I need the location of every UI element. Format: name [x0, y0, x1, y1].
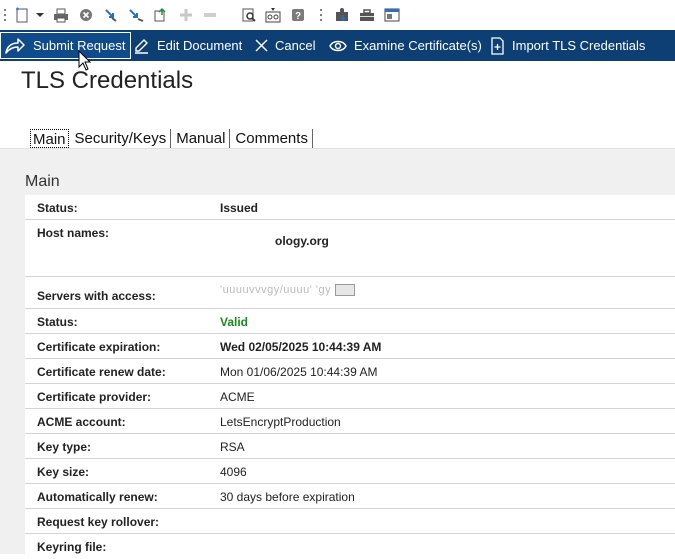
edit-document-label: Edit Document	[157, 38, 243, 53]
field-label: Key type:	[37, 440, 92, 454]
key-size-value: 4096	[220, 465, 247, 479]
tab-main[interactable]: Main	[30, 128, 69, 148]
field-row-provider: Certificate provider: ACME	[25, 384, 675, 409]
provider-value: ACME	[220, 390, 255, 404]
find-icon[interactable]	[241, 7, 257, 23]
print-icon[interactable]	[53, 7, 69, 23]
pencil-icon	[135, 39, 148, 54]
details-table: Status: Issued Host names: ology.org Ser…	[25, 195, 675, 559]
field-label: Status:	[37, 315, 78, 329]
renew-date-value: Mon 01/06/2025 10:44:39 AM	[220, 365, 378, 379]
field-label: Certificate renew date:	[37, 365, 166, 379]
svg-text:?: ?	[295, 11, 301, 22]
window-icon[interactable]	[384, 7, 400, 23]
import-tls-credentials-label: Import TLS Credentials	[512, 38, 646, 53]
edit-document-button[interactable]: Edit Document	[133, 30, 242, 61]
field-label: Servers with access:	[37, 289, 156, 303]
cancel-label: Cancel	[275, 38, 316, 53]
field-label: Host names:	[37, 226, 110, 240]
icon-toolbar: ?	[0, 0, 675, 30]
examine-certificates-button[interactable]: Examine Certificate(s)	[329, 30, 482, 61]
new-document-icon[interactable]	[14, 7, 30, 23]
import-tls-credentials-button[interactable]: Import TLS Credentials	[490, 30, 645, 61]
tab-security-keys[interactable]: Security/Keys	[73, 128, 172, 148]
help-icon[interactable]: ?	[290, 7, 306, 23]
field-row-key-type: Key type: RSA	[25, 434, 675, 459]
tab-comments[interactable]: Comments	[233, 128, 313, 148]
field-label: Status:	[37, 201, 78, 215]
field-row-keyring: Keyring file:	[25, 534, 675, 559]
puzzle-icon[interactable]	[334, 7, 350, 23]
toolbox-icon[interactable]	[359, 7, 375, 23]
download-icon[interactable]	[104, 7, 120, 23]
field-row-auto-renew: Automatically renew: 30 days before expi…	[25, 484, 675, 509]
toolbar-separator	[320, 9, 322, 21]
add-icon[interactable]	[178, 7, 194, 23]
tab-bar: Main Security/Keys Manual Comments	[30, 128, 316, 148]
page-title: TLS Credentials	[21, 67, 194, 94]
field-label: ACME account:	[37, 415, 126, 429]
dropdown-arrow-icon[interactable]	[35, 7, 45, 23]
servers-text: 'uuuuvvvgy/uuuu' 'gy	[220, 284, 332, 296]
close-circle-icon[interactable]	[78, 7, 94, 23]
servers-picker-button[interactable]	[335, 284, 356, 296]
action-bar: Submit Request Edit Document Cancel Exam…	[0, 30, 675, 61]
validity-status-value: Valid	[220, 315, 249, 329]
toolbar-grip	[4, 9, 6, 21]
field-label: Automatically renew:	[37, 490, 158, 504]
remove-icon[interactable]	[202, 7, 218, 23]
field-row-expiration: Certificate expiration: Wed 02/05/2025 1…	[25, 334, 675, 359]
close-icon	[255, 39, 268, 52]
auto-renew-value: 30 days before expiration	[220, 490, 355, 504]
status-value: Issued	[220, 201, 259, 215]
field-label: Certificate provider:	[37, 390, 152, 404]
acme-account-value: LetsEncryptProduction	[220, 415, 341, 429]
field-row-status: Status: Issued	[25, 195, 675, 220]
field-row-host-names: Host names: ology.org	[25, 220, 675, 277]
examine-certificates-label: Examine Certificate(s)	[354, 38, 482, 53]
field-row-key-size: Key size: 4096	[25, 459, 675, 484]
tab-manual[interactable]: Manual	[174, 128, 231, 148]
upload-icon[interactable]	[128, 7, 144, 23]
copy-icon[interactable]	[153, 7, 169, 23]
expiration-value: Wed 02/05/2025 10:44:39 AM	[220, 340, 382, 354]
key-type-value: RSA	[220, 440, 245, 454]
field-row-status-valid: Status: Valid	[25, 309, 675, 334]
submit-request-button[interactable]: Submit Request	[0, 32, 131, 59]
eye-icon	[329, 40, 347, 51]
field-row-servers: Servers with access: 'uuuuvvvgy/uuuu' 'g…	[25, 277, 675, 309]
servers-value: 'uuuuvvvgy/uuuu' 'gy	[220, 284, 356, 296]
field-label: Keyring file:	[37, 540, 107, 554]
document-add-icon	[491, 36, 504, 55]
host-names-value: ology.org	[275, 234, 329, 248]
share-arrow-icon	[5, 37, 25, 54]
field-row-key-rollover: Request key rollover:	[25, 509, 675, 534]
field-row-renew-date: Certificate renew date: Mon 01/06/2025 1…	[25, 359, 675, 384]
binoculars-icon[interactable]	[265, 7, 281, 23]
field-label: Request key rollover:	[37, 515, 160, 529]
field-row-acme-account: ACME account: LetsEncryptProduction	[25, 409, 675, 434]
section-title: Main	[25, 173, 60, 190]
field-label: Certificate expiration:	[37, 340, 161, 354]
cancel-button[interactable]: Cancel	[255, 30, 315, 61]
field-label: Key size:	[37, 465, 90, 479]
